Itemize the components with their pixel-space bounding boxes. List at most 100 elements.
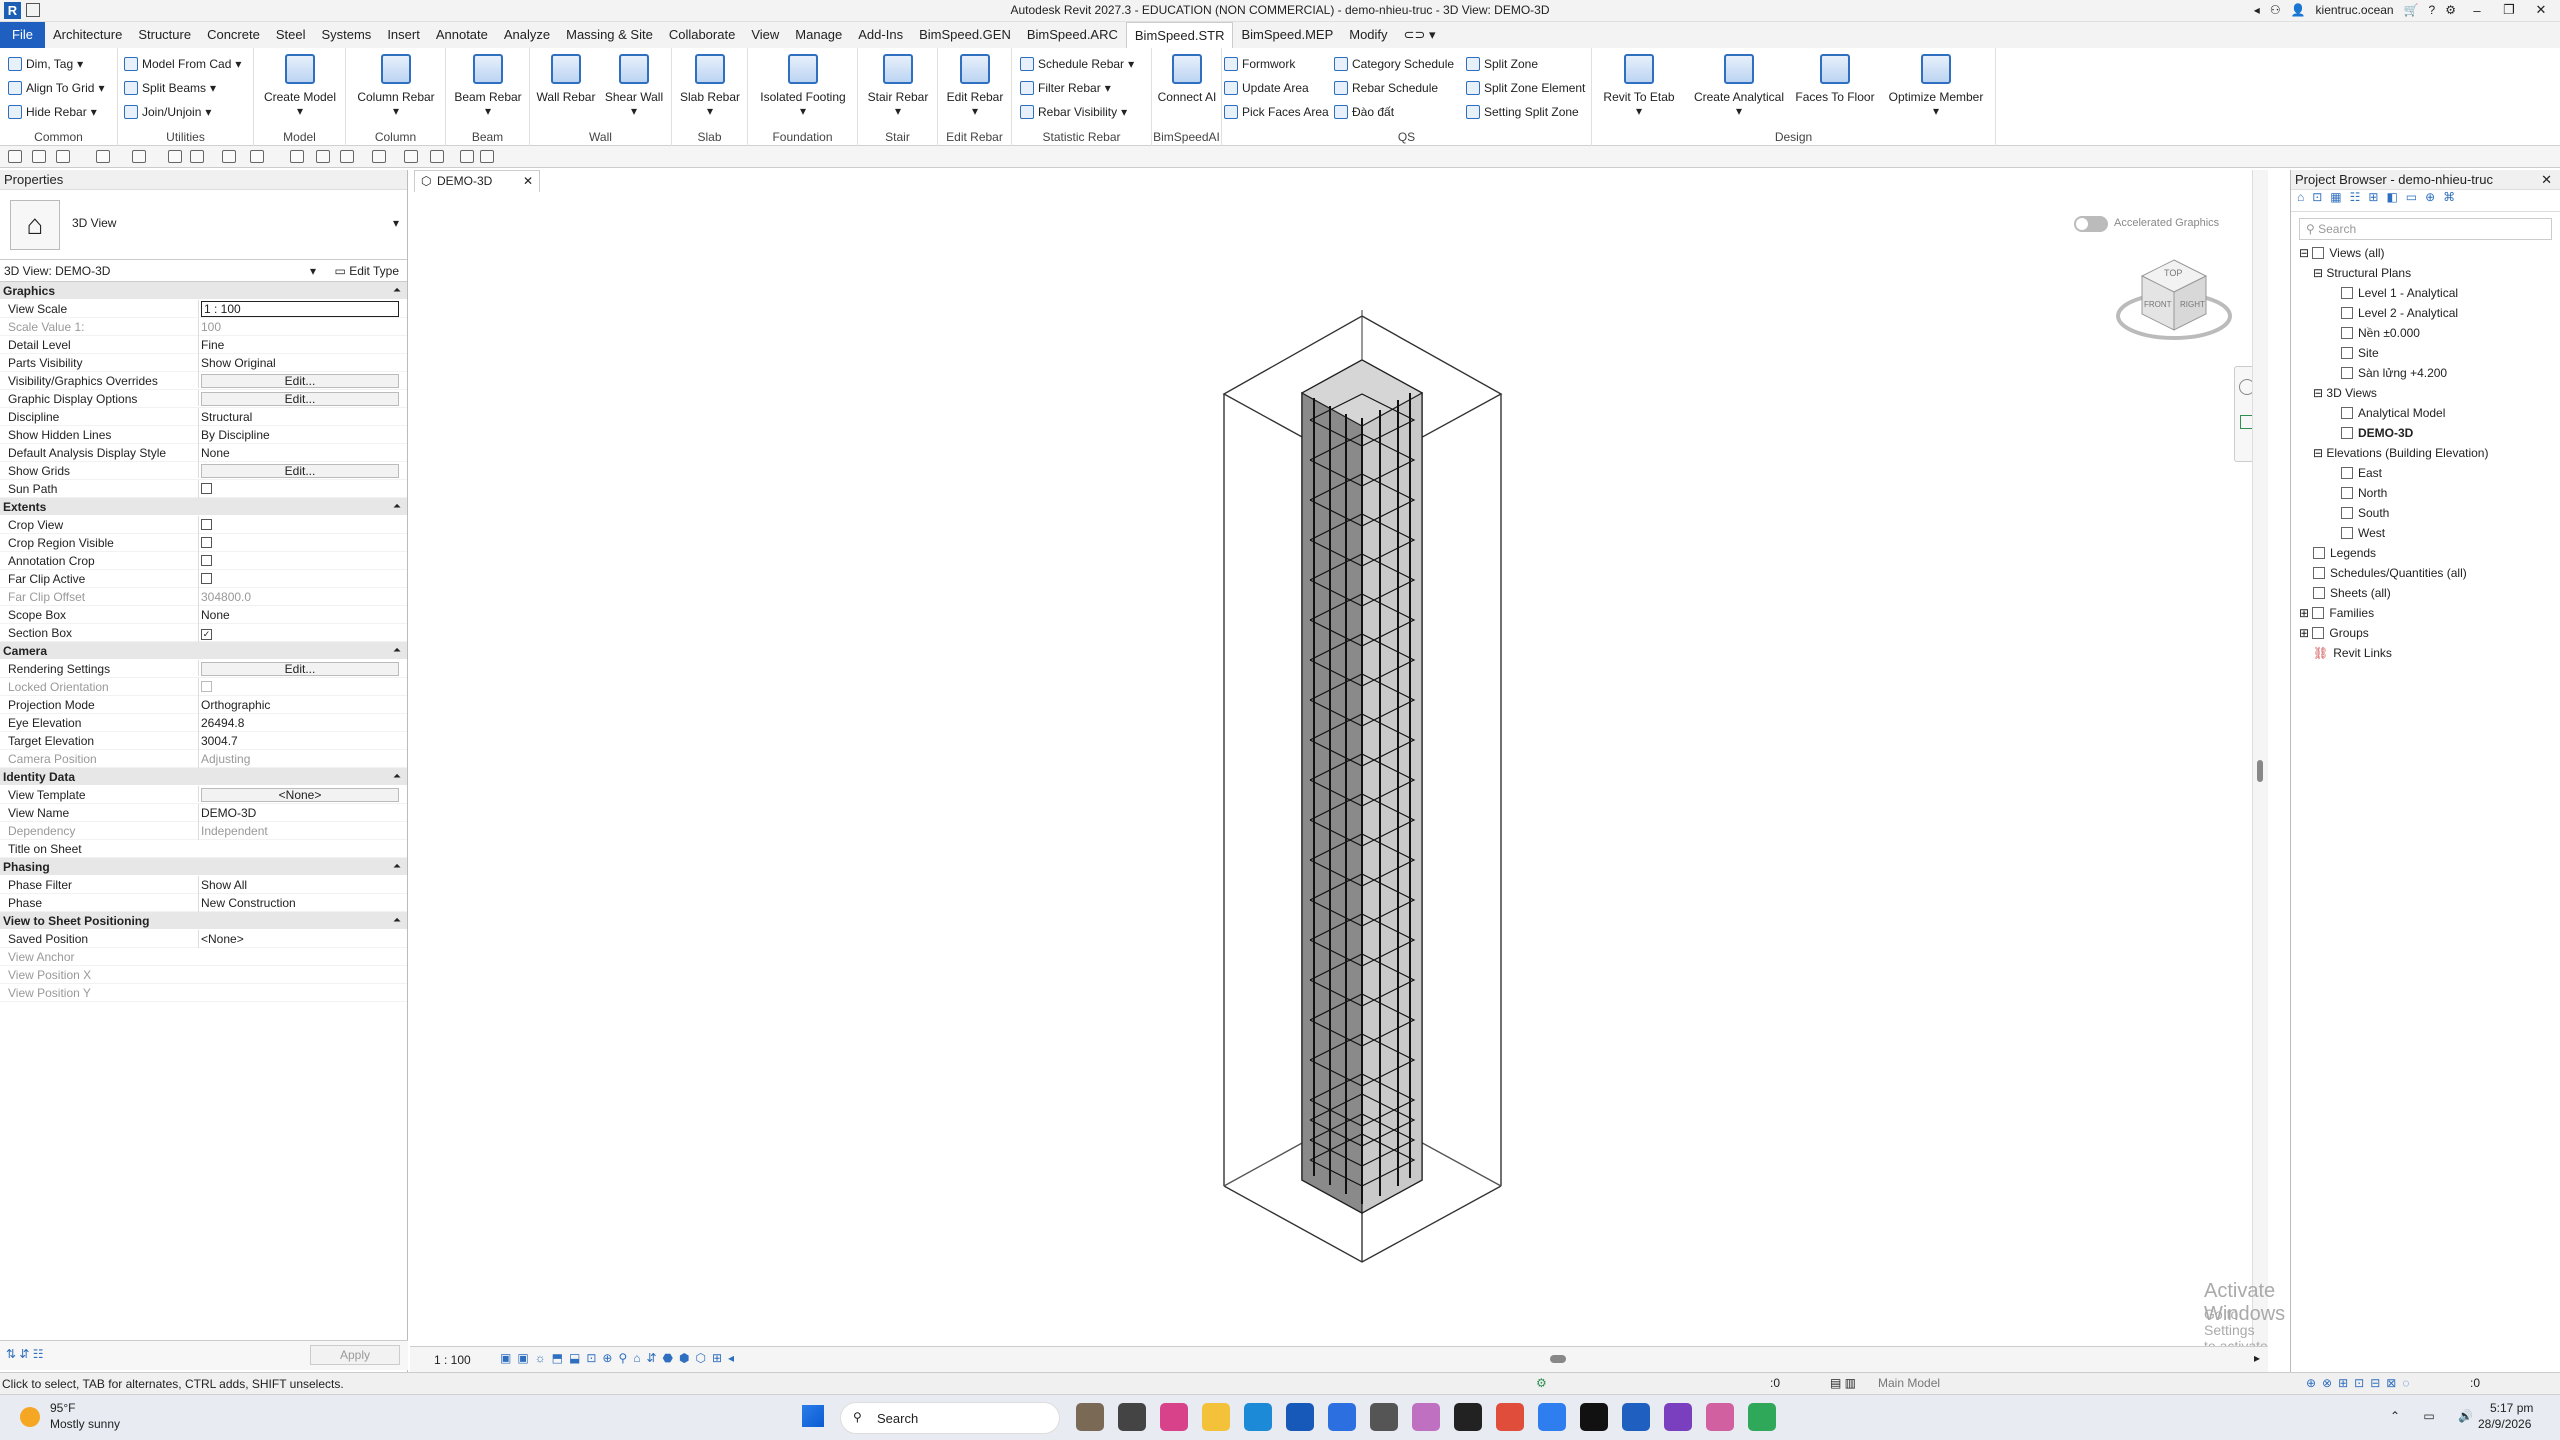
start-button[interactable] bbox=[802, 1405, 824, 1427]
tab-file[interactable]: File bbox=[0, 22, 45, 48]
taskview-icon[interactable] bbox=[1076, 1403, 1104, 1431]
viewcube-right-label[interactable]: RIGHT bbox=[2180, 300, 2205, 309]
beam-rebar-button[interactable]: Beam Rebar ▾ bbox=[452, 54, 524, 118]
view-template-button[interactable]: <None> bbox=[201, 788, 399, 802]
tab-massing-site[interactable]: Massing & Site bbox=[558, 22, 661, 48]
group-phasing[interactable]: Phasing ⏶ bbox=[0, 858, 407, 876]
close-button[interactable]: ✕ bbox=[2530, 2, 2552, 18]
create-analytical-button[interactable]: Create Analytical ▾ bbox=[1684, 54, 1794, 118]
faces-to-floor-button[interactable]: Faces To Floor bbox=[1792, 54, 1878, 104]
tab-add-ins[interactable]: Add-Ins bbox=[850, 22, 911, 48]
thin-lines-icon[interactable] bbox=[404, 150, 418, 163]
annotation-crop-checkbox[interactable] bbox=[201, 555, 212, 566]
projection-mode-value[interactable]: Orthographic bbox=[198, 696, 399, 714]
edit-type-button[interactable]: ▭ Edit Type bbox=[335, 260, 399, 282]
weather-temp[interactable]: 95°F bbox=[50, 1401, 75, 1415]
apply-button[interactable]: Apply bbox=[310, 1345, 400, 1365]
app2-icon[interactable] bbox=[1664, 1403, 1692, 1431]
formwork-button[interactable]: Formwork bbox=[1224, 54, 1295, 74]
taskbar-search[interactable]: ⚲ Search bbox=[840, 1402, 1060, 1434]
chevron-down-icon[interactable]: ▾ bbox=[393, 216, 399, 230]
tab-analyze[interactable]: Analyze bbox=[496, 22, 558, 48]
revit-taskbar-icon[interactable] bbox=[1622, 1403, 1650, 1431]
tree-south[interactable]: South bbox=[2341, 506, 2389, 520]
tree-analytical-model[interactable]: Analytical Model bbox=[2341, 406, 2445, 420]
scroll-right-icon[interactable]: ▸ bbox=[2254, 1351, 2260, 1365]
settings-icon[interactable]: ⚙ bbox=[2445, 3, 2456, 17]
dao-dat-button[interactable]: Đào đất bbox=[1334, 102, 1394, 122]
instance-selector[interactable]: 3D View: DEMO-3D ▾ ▭ Edit Type bbox=[0, 260, 407, 282]
group-graphics[interactable]: Graphics ⏶ bbox=[0, 282, 407, 300]
update-area-button[interactable]: Update Area bbox=[1224, 78, 1309, 98]
tray-icons[interactable]: ⌃ ▭ 🔊 bbox=[2390, 1409, 2483, 1423]
app-icon[interactable] bbox=[1412, 1403, 1440, 1431]
view-scale-input[interactable]: 1 : 100 bbox=[201, 301, 399, 317]
sync-icon[interactable] bbox=[56, 150, 70, 163]
print-icon[interactable] bbox=[168, 150, 182, 163]
tree-sheets[interactable]: Sheets (all) bbox=[2313, 586, 2391, 600]
edge-icon[interactable] bbox=[1244, 1403, 1272, 1431]
open-icon[interactable] bbox=[8, 150, 22, 163]
group-extents[interactable]: Extents ⏶ bbox=[0, 498, 407, 516]
rebar-schedule-button[interactable]: Rebar Schedule bbox=[1334, 78, 1438, 98]
tab-systems[interactable]: Systems bbox=[313, 22, 379, 48]
tree-groups[interactable]: ⊞ Groups bbox=[2299, 626, 2369, 640]
gdo-edit-button[interactable]: Edit... bbox=[201, 392, 399, 406]
discipline-value[interactable]: Structural bbox=[198, 408, 399, 426]
tree-revit-links[interactable]: ⛓ Revit Links bbox=[2313, 646, 2392, 660]
tree-north[interactable]: North bbox=[2341, 486, 2387, 500]
tree-elevations[interactable]: ⊟ Elevations (Building Elevation) bbox=[2313, 446, 2488, 460]
group-identity-data[interactable]: Identity Data ⏶ bbox=[0, 768, 407, 786]
align-to-grid-button[interactable]: Align To Grid ▾ bbox=[8, 78, 105, 98]
scope-box-value[interactable]: None bbox=[198, 606, 399, 624]
widgets-icon[interactable] bbox=[1118, 1403, 1146, 1431]
weather-desc[interactable]: Mostly sunny bbox=[50, 1417, 120, 1431]
3d-view-icon[interactable] bbox=[340, 150, 354, 163]
rendering-edit-button[interactable]: Edit... bbox=[201, 662, 399, 676]
analysis-style-value[interactable]: None bbox=[198, 444, 399, 462]
model-from-cad-button[interactable]: Model From Cad ▾ bbox=[124, 54, 241, 74]
tree-san-lung[interactable]: Sàn lửng +4.200 bbox=[2341, 366, 2447, 380]
pick-faces-area-button[interactable]: Pick Faces Area bbox=[1224, 102, 1329, 122]
rebar-visibility-button[interactable]: Rebar Visibility ▾ bbox=[1020, 102, 1127, 122]
binoculars-icon[interactable]: ⚇ bbox=[2270, 3, 2281, 17]
wall-rebar-button[interactable]: Wall Rebar bbox=[534, 54, 598, 104]
tree-site[interactable]: Site bbox=[2341, 346, 2379, 360]
tab-manage[interactable]: Manage bbox=[787, 22, 850, 48]
crop-view-checkbox[interactable] bbox=[201, 519, 212, 530]
tree-3d-views[interactable]: ⊟ 3D Views bbox=[2313, 386, 2377, 400]
chrome-icon[interactable] bbox=[1496, 1403, 1524, 1431]
main-model-selector[interactable]: Main Model bbox=[1878, 1376, 1940, 1390]
close-icon[interactable]: ✕ bbox=[2541, 170, 2552, 190]
revit-to-etab-button[interactable]: Revit To Etab ▾ bbox=[1600, 54, 1678, 118]
sort-icon[interactable]: ⇅ ⇵ ☷ bbox=[6, 1347, 44, 1361]
viewcube-front-label[interactable]: FRONT bbox=[2144, 300, 2172, 309]
clock-date[interactable]: 28/9/2026 bbox=[2478, 1417, 2531, 1431]
chrome2-icon[interactable] bbox=[1748, 1403, 1776, 1431]
outlook-icon[interactable] bbox=[1328, 1403, 1356, 1431]
crop-visible-checkbox[interactable] bbox=[201, 537, 212, 548]
tab-bimspeed-arc[interactable]: BimSpeed.ARC bbox=[1019, 22, 1126, 48]
group-camera[interactable]: Camera ⏶ bbox=[0, 642, 407, 660]
vg-edit-button[interactable]: Edit... bbox=[201, 374, 399, 388]
column-3d-model[interactable] bbox=[410, 170, 2268, 1372]
dim-tag-button[interactable]: Dim, Tag ▾ bbox=[8, 54, 83, 74]
terminal-icon[interactable] bbox=[1580, 1403, 1608, 1431]
filter-rebar-button[interactable]: Filter Rebar ▾ bbox=[1020, 78, 1111, 98]
tree-demo-3d[interactable]: DEMO-3D bbox=[2341, 426, 2413, 440]
split-zone-element-button[interactable]: Split Zone Element bbox=[1466, 78, 1585, 98]
slab-rebar-button[interactable]: Slab Rebar ▾ bbox=[676, 54, 744, 118]
restore-button[interactable]: ❐ bbox=[2498, 2, 2520, 18]
cart-icon[interactable]: 🛒 bbox=[2404, 3, 2419, 17]
tab-collaborate[interactable]: Collaborate bbox=[661, 22, 744, 48]
help-icon[interactable]: ? bbox=[2429, 3, 2436, 17]
create-model-button[interactable]: Create Model ▾ bbox=[262, 54, 338, 118]
hide-rebar-button[interactable]: Hide Rebar ▾ bbox=[8, 102, 97, 122]
split-zone-button[interactable]: Split Zone bbox=[1466, 54, 1538, 74]
explorer-icon[interactable] bbox=[1202, 1403, 1230, 1431]
browser-search-input[interactable]: ⚲ Search bbox=[2299, 218, 2552, 240]
tree-level-2[interactable]: Level 2 - Analytical bbox=[2341, 306, 2458, 320]
saved-position-value[interactable]: <None> bbox=[198, 930, 399, 948]
tab-architecture[interactable]: Architecture bbox=[45, 22, 130, 48]
weather-icon[interactable] bbox=[20, 1407, 40, 1427]
